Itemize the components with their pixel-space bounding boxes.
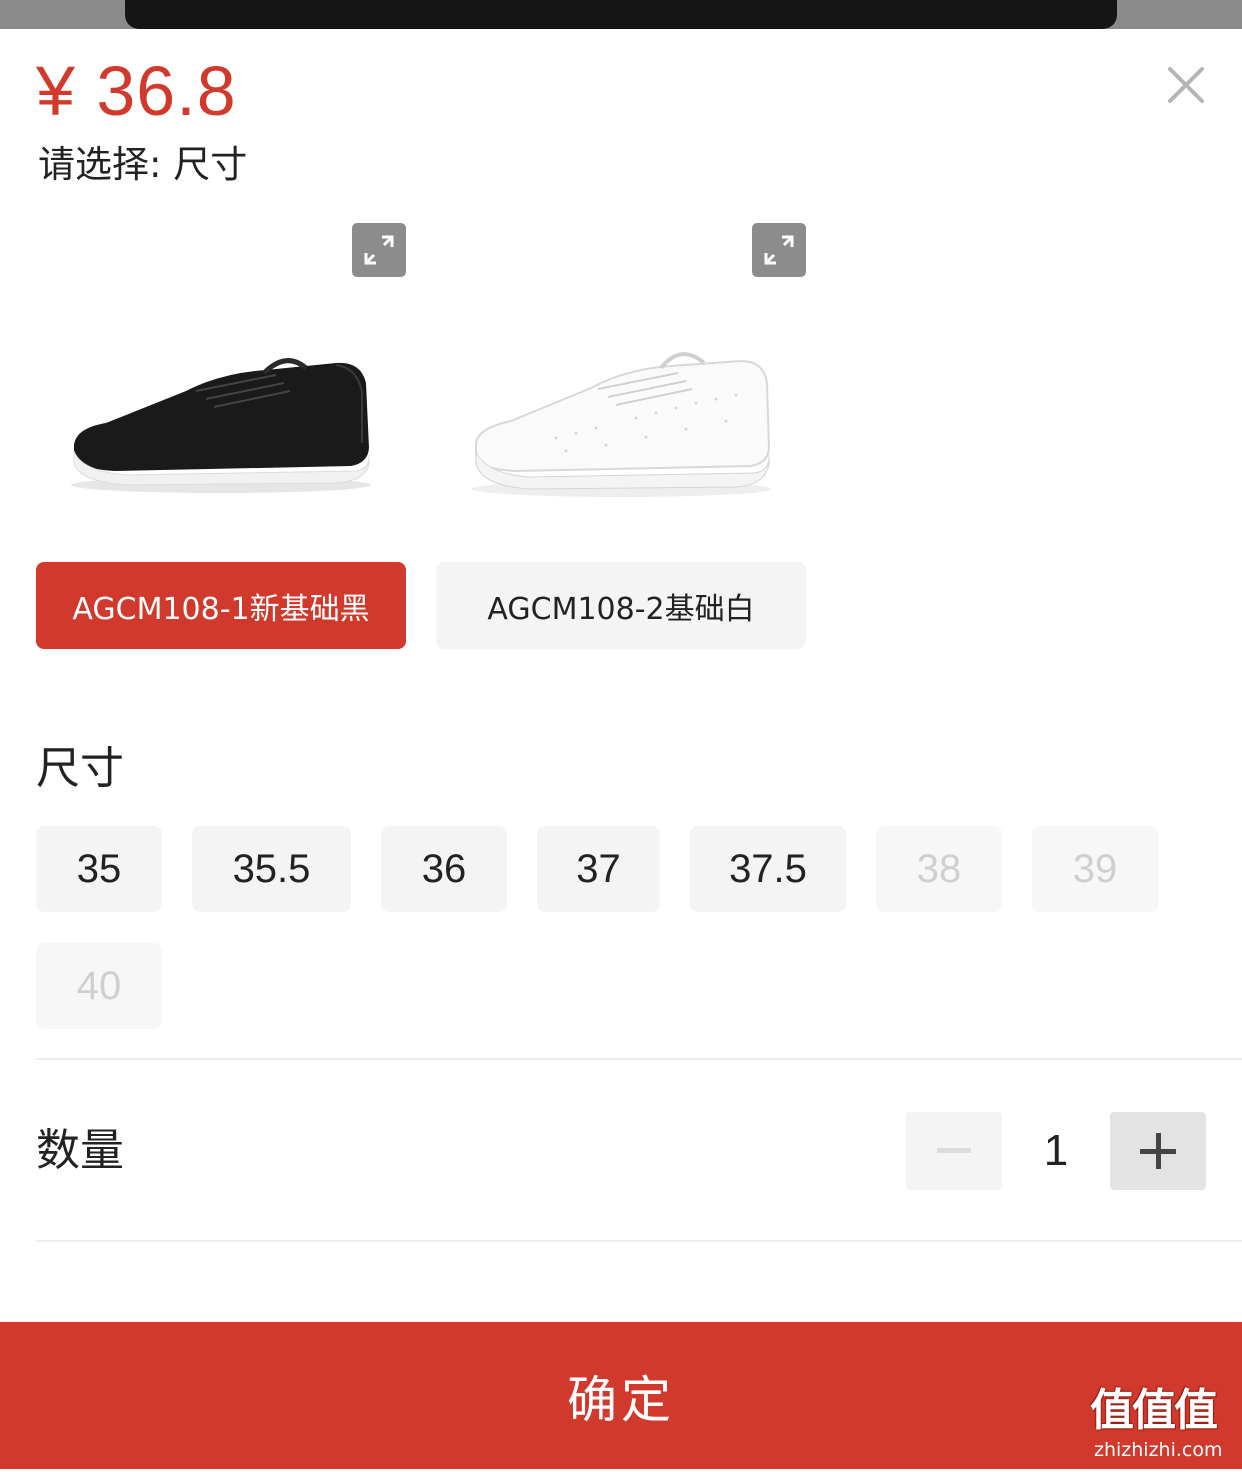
size-option-35[interactable]: 35 bbox=[36, 826, 162, 912]
quantity-label: 数量 bbox=[36, 1125, 124, 1176]
quantity-decrease-button[interactable] bbox=[906, 1112, 1002, 1190]
variant-image-white[interactable] bbox=[436, 223, 806, 523]
expand-icon[interactable] bbox=[752, 223, 806, 277]
size-option-37[interactable]: 37 bbox=[537, 826, 660, 912]
confirm-button[interactable]: 确定 bbox=[0, 1322, 1242, 1469]
black-sneaker-image bbox=[71, 358, 371, 493]
close-icon[interactable] bbox=[1164, 63, 1208, 107]
size-option-36[interactable]: 36 bbox=[381, 826, 507, 912]
variant-option-black[interactable]: AGCM108-1新基础黑 bbox=[36, 562, 406, 649]
price-label: ¥ 36.8 bbox=[36, 52, 237, 130]
expand-icon[interactable] bbox=[352, 223, 406, 277]
selection-prompt: 请选择: 尺寸 bbox=[38, 143, 248, 186]
size-option-37-5[interactable]: 37.5 bbox=[690, 826, 846, 912]
size-option-35-5[interactable]: 35.5 bbox=[192, 826, 351, 912]
watermark-url: zhizhizhi.com bbox=[1094, 1439, 1223, 1461]
divider bbox=[36, 1240, 1242, 1242]
sku-selector-sheet: ¥ 36.8 请选择: 尺寸 AGCM108-1新基础黑 AGCM108-2基础… bbox=[0, 29, 1242, 1469]
variant-option-white[interactable]: AGCM108-2基础白 bbox=[436, 562, 806, 649]
watermark-logo-text: 值值值 bbox=[1090, 1385, 1218, 1436]
quantity-value: 1 bbox=[1043, 1126, 1069, 1175]
size-option-39: 39 bbox=[1032, 826, 1158, 912]
size-option-40: 40 bbox=[36, 943, 162, 1029]
quantity-increase-button[interactable] bbox=[1110, 1112, 1206, 1190]
background-image-strip bbox=[0, 0, 1242, 29]
site-watermark: 值值值 zhizhizhi.com bbox=[1090, 1386, 1240, 1472]
white-sneaker-image bbox=[471, 352, 771, 497]
divider bbox=[36, 1058, 1242, 1060]
minus-icon bbox=[937, 1148, 971, 1153]
size-option-38: 38 bbox=[876, 826, 1002, 912]
size-section-title: 尺寸 bbox=[36, 743, 124, 794]
plus-icon bbox=[1140, 1133, 1176, 1169]
variant-image-black[interactable] bbox=[36, 223, 406, 523]
background-product-edge bbox=[125, 0, 1117, 29]
